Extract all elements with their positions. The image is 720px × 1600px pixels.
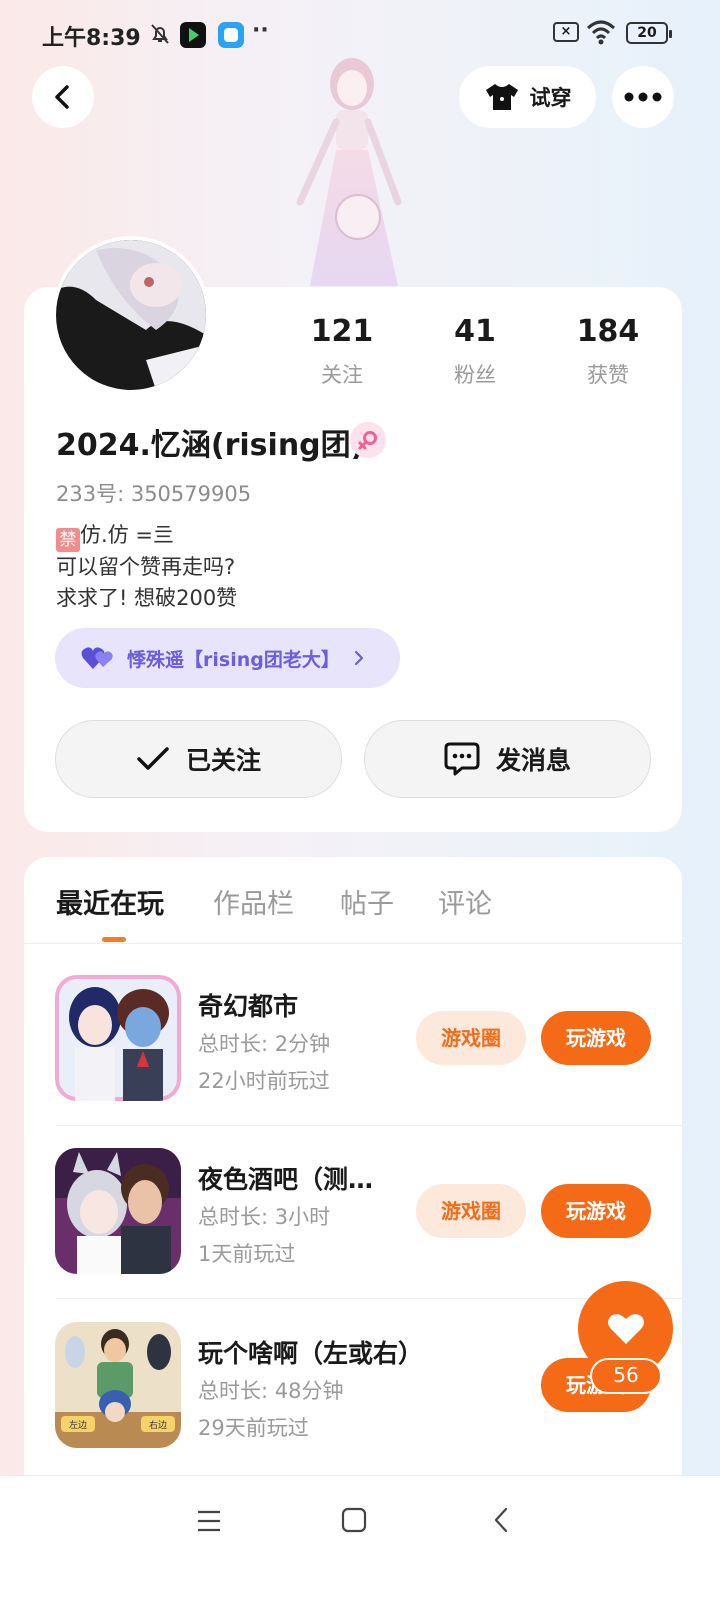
relation-pill[interactable]: 悸殊遥【rising团老大】 [55, 628, 400, 688]
character-figure [296, 58, 402, 286]
more-button[interactable] [612, 66, 674, 128]
back-icon[interactable] [482, 1506, 522, 1536]
check-icon [137, 747, 169, 770]
game-duration: 总时长: 2分钟 [198, 1032, 331, 1056]
avatar[interactable] [52, 236, 210, 394]
more-dots-icon: ·· [252, 18, 269, 43]
stat-fans[interactable]: 41 粉丝 [415, 314, 535, 389]
game-last-played: 22小时前玩过 [198, 1069, 330, 1093]
divider [24, 943, 682, 944]
game-last-played: 29天前玩过 [198, 1416, 309, 1440]
chevron-left-icon [55, 85, 69, 109]
battery-icon: 20 [626, 22, 672, 44]
gender-badge [350, 422, 386, 458]
message-button[interactable]: 发消息 [364, 720, 651, 798]
game-icon[interactable] [55, 975, 181, 1101]
bio: 禁仿.仿 =亖 可以留个赞再走吗? 求求了! 想破200赞 [56, 520, 237, 614]
message-label: 发消息 [495, 746, 571, 775]
bio-line: 仿.仿 =亖 [80, 523, 174, 547]
stat-fans-value: 41 [454, 314, 496, 349]
game-circle-button[interactable]: 游戏圈 [416, 1011, 526, 1065]
bell-muted-icon [151, 24, 169, 44]
chat-bubble-icon [444, 742, 480, 776]
divider [56, 1125, 682, 1126]
status-time: 上午8:39 [42, 26, 141, 51]
like-count: 56 [590, 1358, 662, 1394]
app-icon [218, 22, 244, 48]
tab-works[interactable]: 作品栏 [213, 882, 294, 921]
play-game-button[interactable]: 玩游戏 [541, 1184, 651, 1238]
back-button[interactable] [32, 66, 94, 128]
tab-comments[interactable]: 评论 [438, 882, 492, 921]
tab-posts[interactable]: 帖子 [340, 882, 394, 921]
game-icon[interactable]: 左边 右边 [55, 1322, 181, 1448]
try-on-button[interactable]: 试穿 [459, 66, 596, 128]
sim-off-icon: × [553, 22, 579, 42]
chevron-right-icon [354, 650, 363, 666]
app-icon [180, 22, 206, 48]
follow-button[interactable]: 已关注 [55, 720, 342, 798]
system-nav-bar [0, 1475, 720, 1600]
stat-likes-value: 184 [576, 314, 640, 349]
bio-line: 求求了! 想破200赞 [56, 586, 238, 610]
follow-label: 已关注 [185, 746, 261, 775]
stat-following-label: 关注 [321, 363, 363, 387]
heart-icon [607, 1313, 644, 1344]
game-row[interactable]: 奇幻都市 总时长: 2分钟 22小时前玩过 游戏圈 玩游戏 [24, 955, 682, 1125]
tab-recent-play[interactable]: 最近在玩 [56, 882, 164, 921]
stat-fans-label: 粉丝 [454, 363, 496, 387]
home-square-icon[interactable] [334, 1506, 374, 1536]
username: 2024.忆涵(rising团) [56, 428, 365, 463]
female-icon [358, 431, 377, 450]
game-icon-label-right: 右边 [149, 1419, 167, 1431]
ban-tag: 禁 [56, 528, 80, 552]
game-duration: 总时长: 48分钟 [198, 1379, 344, 1403]
game-icon[interactable] [55, 1148, 181, 1274]
tshirt-icon [485, 84, 518, 110]
user-id: 233号: 350579905 [56, 482, 252, 506]
game-name: 奇幻都市 [198, 992, 299, 1021]
stat-following-value: 121 [310, 314, 374, 349]
game-name: 玩个啥啊（左或右） [198, 1339, 424, 1368]
game-circle-button[interactable]: 游戏圈 [416, 1184, 526, 1238]
more-horizontal-icon [624, 92, 662, 102]
avatar-image [56, 240, 206, 390]
relation-label: 悸殊遥【rising团老大】 [127, 648, 340, 671]
tab-indicator [102, 937, 126, 942]
stat-likes[interactable]: 184 获赞 [548, 314, 668, 389]
menu-icon[interactable] [190, 1506, 230, 1536]
stat-likes-label: 获赞 [587, 363, 629, 387]
bio-line: 可以留个赞再走吗? [56, 555, 236, 579]
double-heart-icon [81, 647, 113, 669]
play-game-button[interactable]: 玩游戏 [541, 1011, 651, 1065]
try-on-label: 试穿 [529, 86, 572, 110]
game-name: 夜色酒吧（测… [198, 1165, 374, 1194]
game-duration: 总时长: 3小时 [198, 1205, 331, 1229]
game-icon-label-left: 左边 [69, 1419, 87, 1431]
stat-following[interactable]: 121 关注 [282, 314, 402, 389]
wifi-icon [586, 20, 616, 45]
game-row[interactable]: 夜色酒吧（测… 总时长: 3小时 1天前玩过 游戏圈 玩游戏 [24, 1128, 682, 1298]
game-last-played: 1天前玩过 [198, 1242, 296, 1266]
